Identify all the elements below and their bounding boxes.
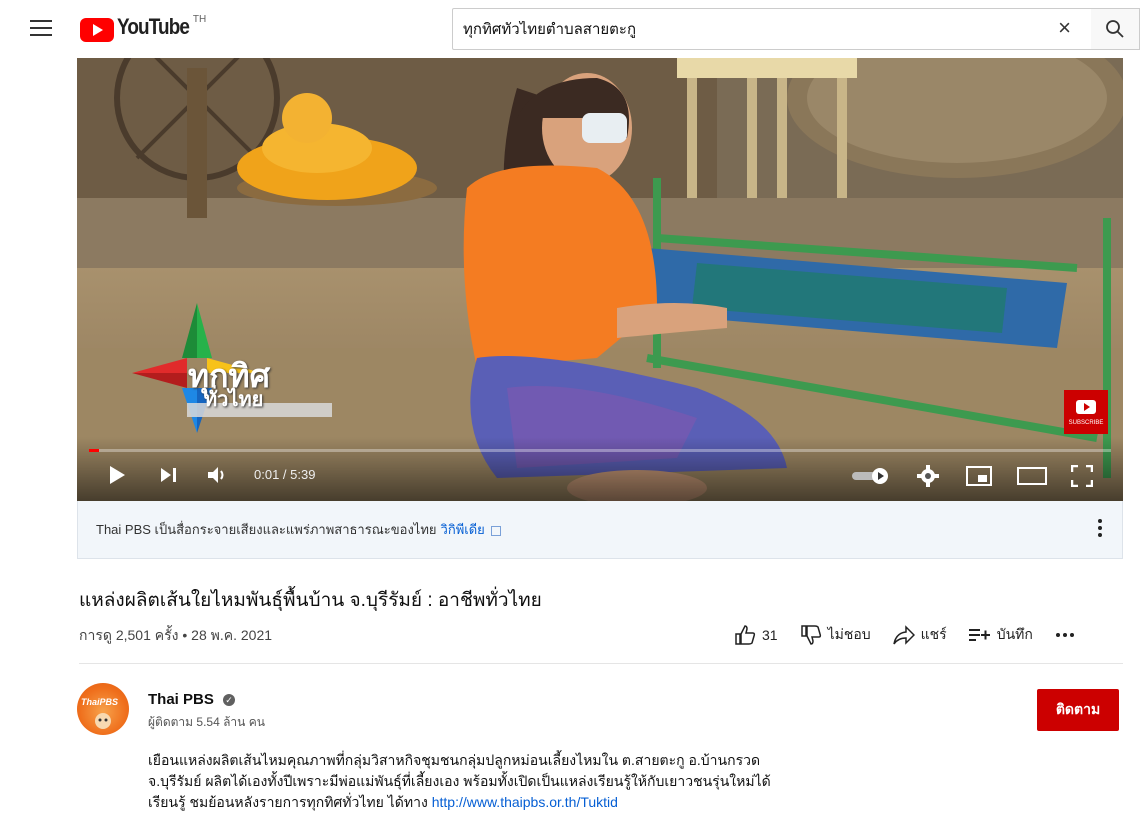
search-button[interactable] xyxy=(1091,8,1140,50)
program-logo-line2: ทั่วไทย xyxy=(204,389,264,411)
save-label: บันทึก xyxy=(996,626,1033,642)
youtube-play-icon xyxy=(80,18,114,42)
thumbs-down-icon xyxy=(800,625,821,645)
video-description: เยือนแหล่งผลิตเส้นไหมคุณภาพที่กลุ่มวิสาห… xyxy=(148,750,848,813)
action-bar: 31 ไม่ชอบ แชร์ บันทึก xyxy=(734,622,1081,648)
youtube-play-icon xyxy=(1076,400,1096,414)
wikipedia-link[interactable]: วิกิพีเดีย xyxy=(441,519,485,540)
more-actions-button[interactable] xyxy=(1055,632,1081,638)
hamburger-menu-icon[interactable] xyxy=(30,20,52,38)
info-panel: Thai PBS เป็นสื่อกระจายเสียงและแพร่ภาพสา… xyxy=(77,501,1123,559)
description-text: เรียนรู้ ชมย้อนหลังรายการทุกทิศทั่วไทย ไ… xyxy=(148,794,428,810)
play-icon[interactable] xyxy=(107,465,127,485)
volume-icon[interactable] xyxy=(207,465,229,485)
thumbs-up-icon xyxy=(735,625,756,645)
dislike-button[interactable]: ไม่ชอบ xyxy=(800,624,871,646)
autoplay-toggle-icon[interactable] xyxy=(852,468,890,484)
next-icon[interactable] xyxy=(159,467,177,483)
description-line: เยือนแหล่งผลิตเส้นไหมคุณภาพที่กลุ่มวิสาห… xyxy=(148,752,761,768)
video-title: แหล่งผลิตเส้นใยไหมพันธุ์พื้นบ้าน จ.บุรีร… xyxy=(79,590,542,611)
external-link-icon xyxy=(490,525,501,536)
channel-avatar[interactable]: ThaiPBS xyxy=(77,683,129,735)
description-link[interactable]: http://www.thaipbs.or.th/Tuktid xyxy=(432,794,618,810)
youtube-logo[interactable]: YouTube TH xyxy=(80,14,206,44)
share-label: แชร์ xyxy=(920,626,947,642)
add-to-playlist-icon xyxy=(968,629,990,641)
channel-name[interactable]: Thai PBS ✓ xyxy=(148,691,236,708)
more-options-icon[interactable] xyxy=(1098,519,1104,540)
share-arrow-icon xyxy=(892,625,915,645)
settings-gear-icon[interactable] xyxy=(917,465,939,487)
logo-text: YouTube xyxy=(117,14,190,39)
search-icon xyxy=(1106,20,1124,38)
like-count: 31 xyxy=(762,627,778,643)
view-count-date: การดู 2,501 ครั้ง • 28 พ.ค. 2021 xyxy=(79,627,273,643)
verified-check-icon: ✓ xyxy=(223,694,236,706)
miniplayer-icon[interactable] xyxy=(966,466,992,486)
time-display: 0:01 / 5:39 xyxy=(254,467,316,482)
info-panel-text: Thai PBS เป็นสื่อกระจายเสียงและแพร่ภาพสา… xyxy=(96,522,437,537)
more-horizontal-icon xyxy=(1055,633,1074,637)
top-bar: YouTube TH × xyxy=(0,0,1140,58)
subscribe-watermark-label: SUBSCRIBE xyxy=(1068,420,1104,426)
save-button[interactable]: บันทึก xyxy=(968,624,1033,646)
video-player[interactable]: ทุกทิศ ทั่วไทย SUBSCRIBE 0:01 / 5:39 xyxy=(77,58,1123,501)
like-button[interactable]: 31 xyxy=(734,625,778,645)
clear-search-icon[interactable]: × xyxy=(1058,17,1071,39)
subscribe-button[interactable]: ติดตาม xyxy=(1037,689,1119,731)
progress-fill xyxy=(89,449,100,452)
channel-name-text: Thai PBS xyxy=(148,691,214,708)
dislike-label: ไม่ชอบ xyxy=(827,626,871,642)
theater-mode-icon[interactable] xyxy=(1017,467,1047,485)
logo-country-code: TH xyxy=(192,14,207,25)
fullscreen-icon[interactable] xyxy=(1071,465,1093,487)
share-button[interactable]: แชร์ xyxy=(892,624,947,646)
search-box: × xyxy=(452,8,1092,50)
mascot-icon xyxy=(95,713,111,729)
description-line: เรียนรู้ ชมย้อนหลังรายการทุกทิศทั่วไทย ไ… xyxy=(148,792,848,813)
progress-bar[interactable] xyxy=(89,449,1111,452)
program-logo-overlay: ทุกทิศ ทั่วไทย xyxy=(132,303,417,433)
divider xyxy=(79,663,1123,664)
subscriber-count: ผู้ติดตาม 5.54 ล้าน คน xyxy=(148,715,265,729)
search-input[interactable] xyxy=(463,20,1023,38)
avatar-logo-text: ThaiPBS xyxy=(81,697,119,707)
description-line: จ.บุรีรัมย์ ผลิตได้เองทั้งปีเพราะมีพ่อแม… xyxy=(148,773,771,789)
subscribe-watermark[interactable]: SUBSCRIBE xyxy=(1064,390,1108,434)
player-controls: 0:01 / 5:39 xyxy=(77,437,1123,501)
video-frame xyxy=(77,58,1123,501)
